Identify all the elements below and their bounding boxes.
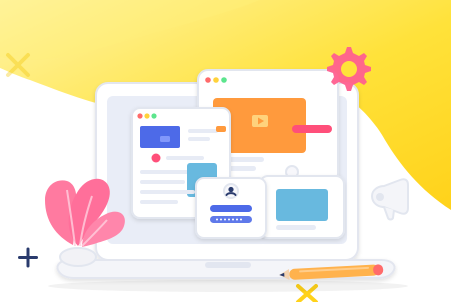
megaphone-icon [370, 178, 409, 221]
ground-shadow [48, 280, 408, 292]
gear-icon [327, 47, 371, 91]
window-right [259, 175, 345, 239]
plant-pot [59, 247, 97, 267]
laptop-notch [205, 262, 251, 268]
pink-dot [151, 153, 161, 163]
plus-icon [18, 247, 38, 268]
blue-card [140, 126, 180, 148]
teal-panel [276, 189, 328, 221]
illustration-svg [0, 0, 451, 302]
illustration-scene [0, 0, 451, 302]
login-button-1 [210, 205, 252, 212]
login-card [195, 177, 267, 239]
pink-slider [292, 125, 332, 133]
